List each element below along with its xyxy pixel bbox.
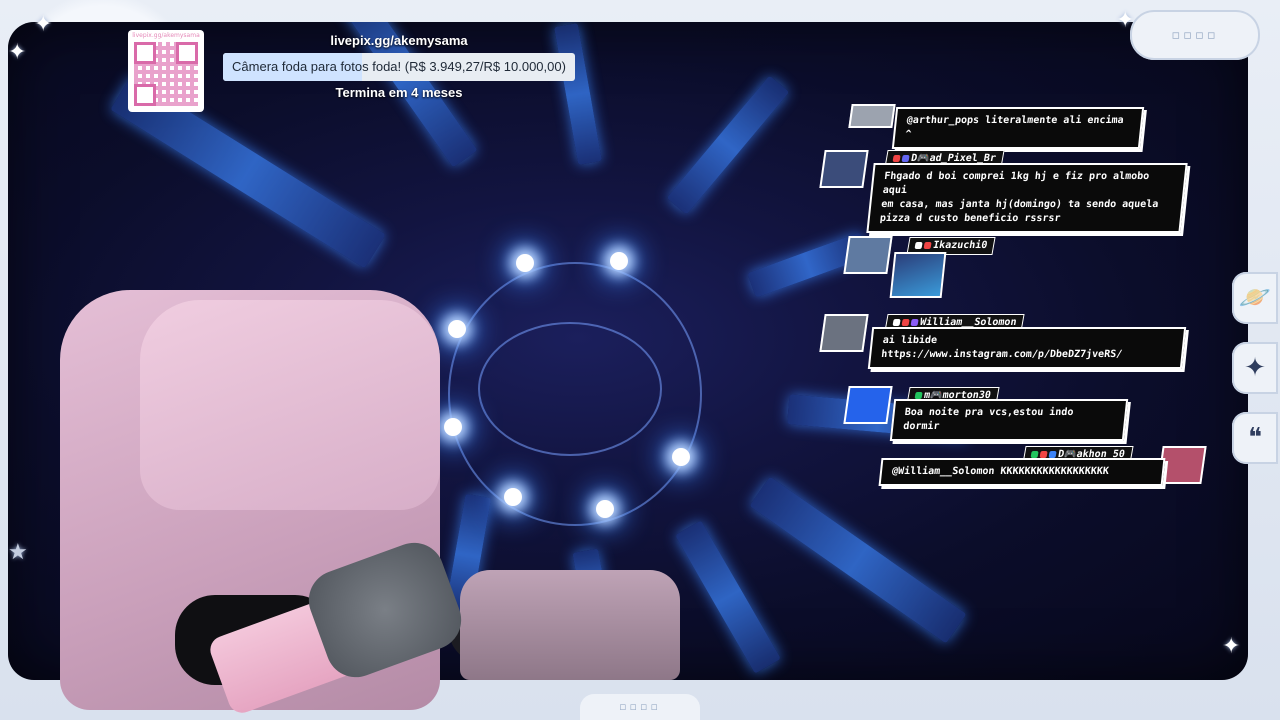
chat-message-text: Boa noite pra vcs,estou indo dormir	[889, 399, 1129, 441]
chat-message-text: ai libide https://www.instagram.com/p/Db…	[867, 327, 1187, 369]
light-beam	[666, 75, 790, 215]
chat-emote-gif	[889, 252, 947, 298]
light-orb	[672, 448, 690, 466]
frame-bottom-pill: ▫▫▫▫	[580, 694, 700, 720]
donation-goal-bar: Câmera foda para fotos foda! (R$ 3.949,2…	[223, 53, 575, 81]
planet-icon[interactable]: 🪐	[1232, 272, 1278, 324]
donation-url[interactable]: livepix.gg/akemysama	[223, 33, 575, 48]
qr-finder	[134, 84, 156, 106]
chat-message-text: @arthur_pops literalmente ali encima ^	[891, 107, 1145, 149]
energy-ring	[478, 322, 662, 456]
sparkle-icon: ✦	[1222, 634, 1241, 659]
chair-armrest	[460, 570, 680, 680]
chat-avatar	[843, 236, 893, 274]
frame-top-pill: ▫▫▫▫	[1130, 10, 1260, 60]
sparkle-star-icon[interactable]: ✦	[1232, 342, 1278, 394]
chat-message-text: @William__Solomon KKKKKKKKKKKKKKKKKK	[878, 458, 1166, 486]
qr-finder	[176, 42, 198, 64]
light-orb	[448, 320, 466, 338]
qr-label: livepix.gg/akemysama	[132, 32, 200, 39]
light-orb	[504, 488, 522, 506]
qr-finder	[134, 42, 156, 64]
quote-icon[interactable]: ❝	[1232, 412, 1278, 464]
goal-end-time: Termina em 4 meses	[335, 85, 463, 100]
chat-avatar	[819, 314, 869, 352]
sparkle-icon: ✦	[1116, 8, 1135, 33]
light-orb	[596, 500, 614, 518]
sparkle-icon: ✦	[34, 12, 53, 37]
chat-message-text: Fhgado d boi comprei 1kg hj e fiz pro al…	[866, 163, 1188, 233]
chat-avatar	[848, 104, 896, 128]
donation-qr-code[interactable]: livepix.gg/akemysama	[128, 30, 204, 112]
user-placeholder-icon	[843, 386, 893, 424]
chat-avatar	[819, 150, 869, 188]
light-beam	[675, 520, 781, 674]
sparkle-icon: ★	[8, 540, 28, 565]
light-orb	[444, 418, 462, 436]
donation-goal-title: Câmera foda para fotos foda! (R$ 3.949,2…	[232, 59, 566, 74]
light-orb	[516, 254, 534, 272]
sparkle-icon: ✦	[8, 40, 27, 65]
light-beam	[749, 476, 967, 644]
light-orb	[610, 252, 628, 270]
chair-headrest	[140, 300, 440, 510]
